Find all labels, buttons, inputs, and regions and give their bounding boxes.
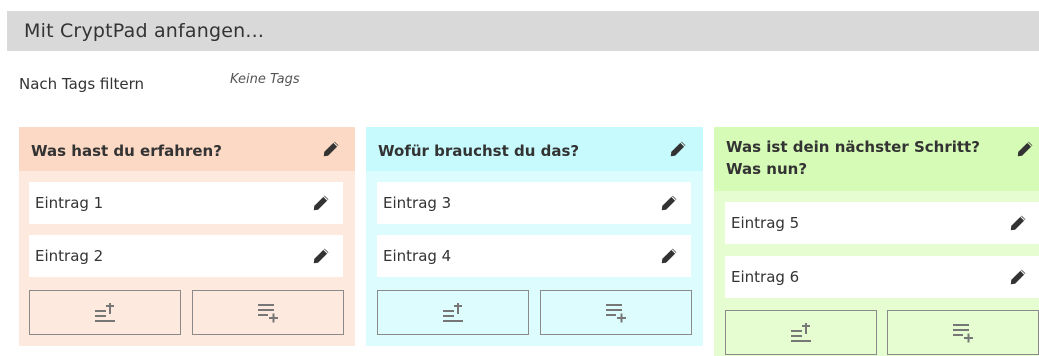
page-title: Mit CryptPad anfangen... — [24, 20, 265, 42]
add-item-top-icon — [95, 302, 115, 322]
edit-pencil-icon[interactable] — [1009, 214, 1027, 232]
add-item-top-icon — [791, 322, 811, 342]
add-item-bottom-icon — [606, 303, 626, 322]
edit-pencil-icon[interactable] — [660, 247, 678, 265]
tag-filter-label: Nach Tags filtern — [19, 75, 145, 93]
add-item-bottom-button[interactable] — [540, 290, 692, 335]
item-label: Eintrag 6 — [731, 268, 800, 286]
edit-pencil-icon[interactable] — [1016, 140, 1034, 158]
edit-pencil-icon[interactable] — [312, 247, 330, 265]
add-item-top-button[interactable] — [29, 290, 181, 335]
edit-pencil-icon[interactable] — [322, 140, 340, 158]
board-header[interactable]: Wofür brauchst du das? — [366, 127, 703, 171]
item-label: Eintrag 5 — [731, 214, 800, 232]
board-title: Wofür brauchst du das? — [378, 142, 580, 160]
add-item-bottom-button[interactable] — [887, 310, 1039, 355]
tag-filter: Nach Tags filtern Keine Tags — [19, 70, 619, 100]
list-item[interactable]: Eintrag 3 — [377, 182, 691, 224]
board-header[interactable]: Was hast du erfahren? — [19, 127, 355, 171]
add-item-bottom-icon — [953, 323, 973, 342]
tag-filter-empty-text: Keine Tags — [230, 72, 300, 87]
list-item[interactable]: Eintrag 2 — [29, 235, 343, 277]
item-label: Eintrag 1 — [35, 194, 104, 212]
add-item-top-icon — [443, 302, 463, 322]
item-label: Eintrag 3 — [383, 194, 452, 212]
edit-pencil-icon[interactable] — [660, 194, 678, 212]
item-label: Eintrag 2 — [35, 247, 104, 265]
board-header[interactable]: Was ist dein nächster Schritt? Was nun? — [714, 127, 1039, 191]
board-title: Was hast du erfahren? — [31, 142, 222, 160]
add-item-top-button[interactable] — [377, 290, 529, 335]
board-was-hast-du-erfahren: Was hast du erfahren? Eintrag 1 Eintrag … — [19, 127, 355, 346]
item-label: Eintrag 4 — [383, 247, 452, 265]
board-wofuer-brauchst-du-das: Wofür brauchst du das? Eintrag 3 Eintrag… — [366, 127, 703, 346]
list-item[interactable]: Eintrag 1 — [29, 182, 343, 224]
add-item-top-button[interactable] — [725, 310, 877, 355]
edit-pencil-icon[interactable] — [1009, 268, 1027, 286]
edit-pencil-icon[interactable] — [669, 140, 687, 158]
page-header-bar: Mit CryptPad anfangen... — [7, 11, 1039, 51]
add-item-bottom-button[interactable] — [192, 290, 344, 335]
list-item[interactable]: Eintrag 5 — [725, 202, 1039, 244]
add-item-bottom-icon — [258, 303, 278, 322]
edit-pencil-icon[interactable] — [312, 194, 330, 212]
board-naechster-schritt: Was ist dein nächster Schritt? Was nun? … — [714, 127, 1039, 356]
board-title: Was ist dein nächster Schritt? Was nun? — [726, 138, 980, 178]
list-item[interactable]: Eintrag 6 — [725, 256, 1039, 298]
list-item[interactable]: Eintrag 4 — [377, 235, 691, 277]
